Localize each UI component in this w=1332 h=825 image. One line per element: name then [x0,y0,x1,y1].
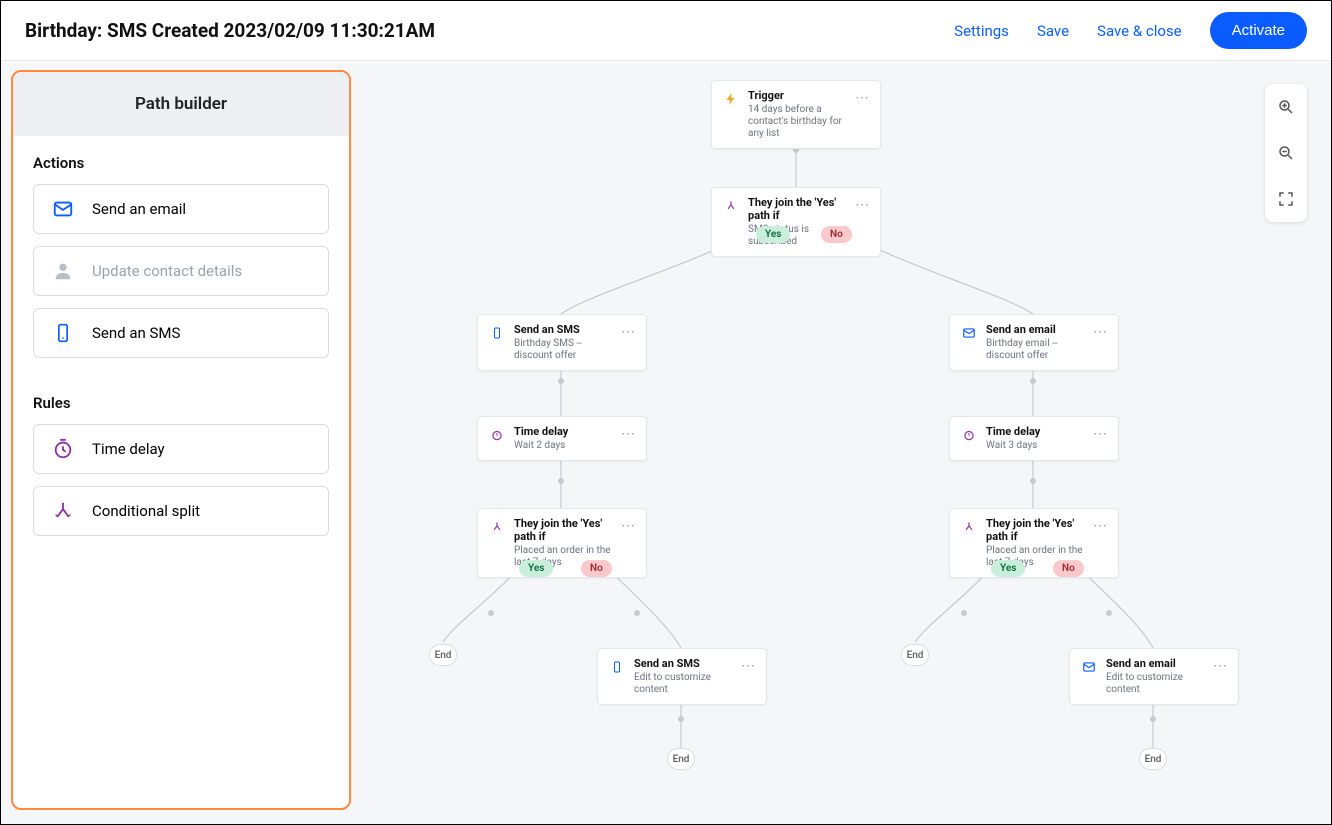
rule-label: Conditional split [92,502,200,520]
bolt-icon [722,90,740,108]
node-sub: Wait 2 days [514,440,612,452]
activate-button[interactable]: Activate [1210,12,1307,49]
node-title: They join the 'Yes' path if [514,517,612,543]
canvas[interactable]: Path builder Actions Send an email Updat… [1,62,1331,824]
node-menu[interactable]: ⋯ [1092,427,1108,441]
node-menu[interactable]: ⋯ [740,659,756,673]
node-time-delay-right[interactable]: Time delay Wait 3 days ⋯ [949,416,1119,461]
node-title: Time delay [514,425,612,438]
node-sub: Wait 3 days [986,440,1084,452]
pill-no: No [1053,560,1084,577]
rules-heading: Rules [33,394,329,412]
split-icon [488,518,506,536]
action-send-email[interactable]: Send an email [33,184,329,234]
node-menu[interactable]: ⋯ [1092,325,1108,339]
node-title: Send an email [986,323,1084,336]
pill-yes: Yes [519,560,553,577]
path-builder-panel: Path builder Actions Send an email Updat… [11,70,351,810]
node-title: Send an SMS [514,323,612,336]
user-icon [52,260,74,282]
phone-icon [488,324,506,342]
node-menu[interactable]: ⋯ [854,198,870,212]
node-split-root[interactable]: They join the 'Yes' path if SMS status i… [711,187,881,257]
node-sub: Edit to customize content [1106,672,1204,696]
rule-time-delay[interactable]: Time delay [33,424,329,474]
node-sub: Birthday email -- discount offer [986,338,1084,362]
node-menu[interactable]: ⋯ [620,427,636,441]
stopwatch-icon [52,438,74,460]
node-title: Send an SMS [634,657,732,670]
node-sub: Edit to customize content [634,672,732,696]
phone-icon [52,322,74,344]
zoom-in-button[interactable] [1265,84,1307,130]
mail-icon [960,324,978,342]
node-time-delay-left[interactable]: Time delay Wait 2 days ⋯ [477,416,647,461]
node-menu[interactable]: ⋯ [1212,659,1228,673]
action-label: Send an SMS [92,324,180,342]
settings-link[interactable]: Settings [954,22,1009,40]
end-badge: End [429,644,457,666]
node-title: Time delay [986,425,1084,438]
stopwatch-icon [488,426,506,444]
node-title: Send an email [1106,657,1204,670]
node-split-left[interactable]: They join the 'Yes' path if Placed an or… [477,508,647,578]
action-send-sms[interactable]: Send an SMS [33,308,329,358]
stopwatch-icon [960,426,978,444]
node-menu[interactable]: ⋯ [620,519,636,533]
end-badge: End [667,748,695,770]
pill-no: No [821,226,852,243]
node-sub: 14 days before a contact's birthday for … [748,104,846,140]
zoom-out-button[interactable] [1265,130,1307,176]
mail-icon [1080,658,1098,676]
split-icon [52,500,74,522]
end-badge: End [901,644,929,666]
action-label: Update contact details [92,262,242,280]
action-update-contact: Update contact details [33,246,329,296]
node-sub: Birthday SMS -- discount offer [514,338,612,362]
zoom-panel [1265,84,1307,222]
split-icon [960,518,978,536]
node-menu[interactable]: ⋯ [854,91,870,105]
fit-screen-button[interactable] [1265,176,1307,222]
node-send-sms-2[interactable]: Send an SMS Edit to customize content ⋯ [597,648,767,705]
pill-no: No [581,560,612,577]
phone-icon [608,658,626,676]
node-title: They join the 'Yes' path if [986,517,1084,543]
node-trigger[interactable]: Trigger 14 days before a contact's birth… [711,80,881,149]
node-title: They join the 'Yes' path if [748,196,846,222]
node-menu[interactable]: ⋯ [620,325,636,339]
node-split-right[interactable]: They join the 'Yes' path if Placed an or… [949,508,1119,578]
rule-label: Time delay [92,440,165,458]
page-title: Birthday: SMS Created 2023/02/09 11:30:2… [25,19,435,42]
split-icon [722,197,740,215]
actions-heading: Actions [33,154,329,172]
save-link[interactable]: Save [1037,22,1069,40]
node-send-sms[interactable]: Send an SMS Birthday SMS -- discount off… [477,314,647,371]
topbar-actions: Settings Save Save & close Activate [954,12,1307,49]
sidebar-title: Path builder [13,72,349,136]
end-badge: End [1139,748,1167,770]
top-bar: Birthday: SMS Created 2023/02/09 11:30:2… [1,1,1331,61]
node-title: Trigger [748,89,846,102]
action-label: Send an email [92,200,186,218]
node-menu[interactable]: ⋯ [1092,519,1108,533]
pill-yes: Yes [991,560,1025,577]
node-send-email-2[interactable]: Send an email Edit to customize content … [1069,648,1239,705]
pill-yes: Yes [756,226,790,243]
mail-icon [52,198,74,220]
rule-conditional-split[interactable]: Conditional split [33,486,329,536]
save-close-link[interactable]: Save & close [1097,22,1182,40]
node-send-email[interactable]: Send an email Birthday email -- discount… [949,314,1119,371]
